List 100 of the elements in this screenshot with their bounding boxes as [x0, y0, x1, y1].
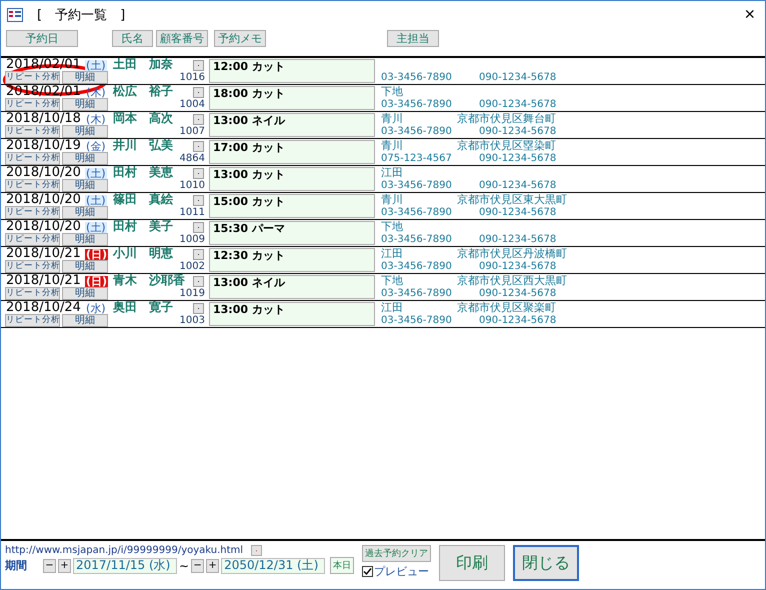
memo-field[interactable]: 12:30 カット: [209, 248, 375, 272]
dropdown-button[interactable]: ·: [193, 87, 204, 98]
phone-text: 03-3456-7890: [380, 125, 453, 138]
address-text: 京都市伏見区東大黒町: [457, 193, 568, 206]
staff-text: 江田: [380, 301, 404, 314]
url-link[interactable]: http://www.msjapan.jp/i/99999999/yoyaku.html: [5, 545, 244, 556]
memo-field[interactable]: 17:00 カット: [209, 140, 375, 164]
detail-button[interactable]: 明細: [62, 71, 108, 84]
memo-field[interactable]: 18:00 カット: [209, 86, 375, 110]
memo-field[interactable]: 13:00 ネイル: [209, 113, 375, 137]
dropdown-button[interactable]: ·: [193, 195, 204, 206]
date-text: 2018/10/21: [5, 247, 81, 260]
mobile-text: 090-1234-5678: [478, 260, 558, 273]
mobile-text: 090-1234-5678: [478, 179, 558, 192]
weekday-label: (土): [85, 168, 107, 179]
detail-button[interactable]: 明細: [62, 206, 108, 219]
dropdown-button[interactable]: ·: [193, 60, 204, 71]
window-title: [ 予約一覧 ]: [37, 6, 126, 24]
dropdown-button[interactable]: ·: [193, 222, 204, 233]
address-text: 京都市伏見区丹波橋町: [457, 247, 568, 260]
repeat-analysis-button[interactable]: リピート分析: [5, 125, 60, 138]
memo-field[interactable]: 13:00 ネイル: [209, 275, 375, 299]
phone-text: 03-3456-7890: [380, 314, 453, 327]
memo-field[interactable]: 15:30 パーマ: [209, 221, 375, 245]
date-text: 2018/10/21: [5, 274, 81, 287]
phone-text: 03-3456-7890: [380, 260, 453, 273]
repeat-analysis-button[interactable]: リピート分析: [5, 260, 60, 273]
repeat-analysis-button[interactable]: リピート分析: [5, 233, 60, 246]
mobile-text: 090-1234-5678: [478, 125, 558, 138]
dropdown-button[interactable]: ·: [193, 168, 204, 179]
preview-checkbox[interactable]: [362, 566, 374, 577]
close-button[interactable]: ×: [740, 4, 759, 25]
mobile-text: 090-1234-5678: [478, 71, 558, 84]
start-date-field[interactable]: 2017/11/15 (水): [73, 558, 177, 574]
dropdown-button[interactable]: ·: [193, 276, 204, 287]
customer-name: 田村 美恵: [112, 166, 174, 179]
date-text: 2018/10/20: [5, 166, 81, 179]
staff-text: 下地: [380, 220, 404, 233]
print-button[interactable]: 印刷: [439, 545, 506, 581]
clear-past-button[interactable]: 過去予約クリア: [362, 545, 432, 562]
repeat-analysis-button[interactable]: リピート分析: [5, 179, 60, 192]
dropdown-button[interactable]: ·: [193, 141, 204, 152]
phone-text: 03-3456-7890: [380, 287, 453, 300]
customer-number: 1007: [180, 125, 206, 138]
column-header-button[interactable]: 予約メモ: [214, 30, 266, 47]
column-header-button[interactable]: 予約日: [6, 30, 78, 47]
plus-button[interactable]: +: [206, 558, 220, 572]
detail-button[interactable]: 明細: [62, 98, 108, 111]
weekday-label: (水): [85, 303, 107, 314]
date-text: 2018/10/19: [5, 139, 81, 152]
repeat-analysis-button[interactable]: リピート分析: [5, 206, 60, 219]
dropdown-button[interactable]: ·: [193, 303, 204, 314]
detail-button[interactable]: 明細: [62, 125, 108, 138]
mobile-text: 090-1234-5678: [478, 314, 558, 327]
today-button[interactable]: 本日: [330, 557, 354, 574]
repeat-analysis-button[interactable]: リピート分析: [5, 71, 60, 84]
dropdown-button[interactable]: ·: [193, 249, 204, 260]
phone-text: 075-123-4567: [380, 152, 453, 165]
customer-name: 小川 明恵: [112, 247, 174, 260]
column-header-button[interactable]: 顧客番号: [156, 30, 208, 47]
repeat-analysis-button[interactable]: リピート分析: [5, 98, 60, 111]
customer-number: 1019: [180, 287, 206, 300]
address-text: 京都市伏見区西大黒町: [457, 274, 568, 287]
detail-button[interactable]: 明細: [62, 287, 108, 300]
customer-number: 1002: [180, 260, 206, 273]
customer-name: 田村 美子: [112, 220, 174, 233]
date-text: 2018/10/20: [5, 220, 81, 233]
mobile-text: 090-1234-5678: [478, 287, 558, 300]
url-button[interactable]: ·: [251, 545, 262, 556]
customer-name: 岡本 高次: [112, 112, 174, 125]
repeat-analysis-button[interactable]: リピート分析: [5, 287, 60, 300]
plus-button[interactable]: +: [58, 558, 71, 572]
memo-field[interactable]: 15:00 カット: [209, 194, 375, 218]
staff-text: 青川: [380, 193, 404, 206]
customer-name: 奥田 寛子: [112, 301, 174, 314]
close-form-button[interactable]: 閉じる: [513, 545, 580, 581]
customer-number: 1011: [180, 206, 206, 219]
detail-button[interactable]: 明細: [62, 314, 108, 327]
detail-button[interactable]: 明細: [62, 260, 108, 273]
column-header-button[interactable]: 主担当: [387, 30, 439, 47]
detail-button[interactable]: 明細: [62, 152, 108, 165]
mobile-text: 090-1234-5678: [478, 98, 558, 111]
detail-button[interactable]: 明細: [62, 233, 108, 246]
minus-button[interactable]: −: [191, 558, 204, 572]
detail-button[interactable]: 明細: [62, 179, 108, 192]
dropdown-button[interactable]: ·: [193, 114, 204, 125]
weekday-label: (土): [85, 195, 107, 206]
memo-field[interactable]: 13:00 カット: [209, 302, 375, 326]
memo-field[interactable]: 12:00 カット: [209, 59, 375, 83]
customer-number: 1016: [180, 71, 206, 84]
mobile-text: 090-1234-5678: [478, 152, 558, 165]
repeat-analysis-button[interactable]: リピート分析: [5, 314, 60, 327]
minus-button[interactable]: −: [43, 558, 56, 572]
repeat-analysis-button[interactable]: リピート分析: [5, 152, 60, 165]
customer-number: 1003: [180, 314, 206, 327]
preview-label: プレビュー: [374, 564, 430, 579]
memo-field[interactable]: 13:00 カット: [209, 167, 375, 191]
column-header-button[interactable]: 氏名: [112, 30, 153, 47]
staff-text: 江田: [380, 166, 404, 179]
end-date-field[interactable]: 2050/12/31 (土): [221, 558, 326, 574]
